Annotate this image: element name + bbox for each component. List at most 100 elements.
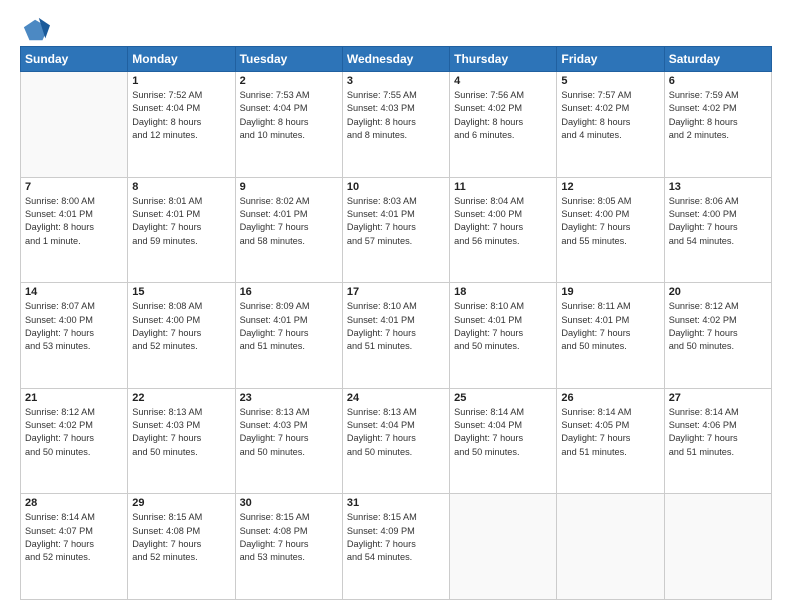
- calendar-cell: 1 Sunrise: 7:52 AMSunset: 4:04 PMDaylight…: [128, 72, 235, 178]
- day-info: Sunrise: 8:13 AMSunset: 4:03 PMDaylight:…: [240, 406, 338, 459]
- calendar-cell: 25 Sunrise: 8:14 AMSunset: 4:04 PMDayligh…: [450, 388, 557, 494]
- day-number: 16: [240, 286, 338, 298]
- day-number: 22: [132, 392, 230, 404]
- calendar-cell: [557, 494, 664, 600]
- calendar-cell: 11 Sunrise: 8:04 AMSunset: 4:00 PMDayligh…: [450, 177, 557, 283]
- calendar-cell: 23 Sunrise: 8:13 AMSunset: 4:03 PMDayligh…: [235, 388, 342, 494]
- day-info: Sunrise: 8:14 AMSunset: 4:06 PMDaylight:…: [669, 406, 767, 459]
- day-number: 24: [347, 392, 445, 404]
- day-info: Sunrise: 8:13 AMSunset: 4:04 PMDaylight:…: [347, 406, 445, 459]
- calendar-cell: 31 Sunrise: 8:15 AMSunset: 4:09 PMDayligh…: [342, 494, 449, 600]
- calendar-cell: 15 Sunrise: 8:08 AMSunset: 4:00 PMDayligh…: [128, 283, 235, 389]
- day-header-sunday: Sunday: [21, 47, 128, 72]
- calendar-cell: 6 Sunrise: 7:59 AMSunset: 4:02 PMDaylight…: [664, 72, 771, 178]
- calendar-cell: 13Sunrise: 8:06 AMSunset: 4:00 PMDayligh…: [664, 177, 771, 283]
- day-number: 14: [25, 286, 123, 298]
- calendar-cell: 20Sunrise: 8:12 AMSunset: 4:02 PMDayligh…: [664, 283, 771, 389]
- day-info: Sunrise: 8:10 AMSunset: 4:01 PMDaylight:…: [347, 300, 445, 353]
- day-header-friday: Friday: [557, 47, 664, 72]
- day-number: 1: [132, 75, 230, 87]
- page: SundayMondayTuesdayWednesdayThursdayFrid…: [0, 0, 792, 612]
- calendar-cell: 28Sunrise: 8:14 AMSunset: 4:07 PMDayligh…: [21, 494, 128, 600]
- day-info: Sunrise: 8:14 AMSunset: 4:04 PMDaylight:…: [454, 406, 552, 459]
- day-info: Sunrise: 8:12 AMSunset: 4:02 PMDaylight:…: [25, 406, 123, 459]
- calendar-cell: 19Sunrise: 8:11 AMSunset: 4:01 PMDayligh…: [557, 283, 664, 389]
- day-number: 5: [561, 75, 659, 87]
- day-info: Sunrise: 8:08 AMSunset: 4:00 PMDaylight:…: [132, 300, 230, 353]
- day-number: 31: [347, 497, 445, 509]
- day-number: 28: [25, 497, 123, 509]
- day-info: Sunrise: 8:07 AMSunset: 4:00 PMDaylight:…: [25, 300, 123, 353]
- header: [20, 16, 772, 40]
- day-info: Sunrise: 8:15 AMSunset: 4:08 PMDaylight:…: [240, 511, 338, 564]
- week-row-1: 7Sunrise: 8:00 AMSunset: 4:01 PMDaylight…: [21, 177, 772, 283]
- day-info: Sunrise: 7:55 AMSunset: 4:03 PMDaylight:…: [347, 89, 445, 142]
- week-row-4: 28Sunrise: 8:14 AMSunset: 4:07 PMDayligh…: [21, 494, 772, 600]
- day-info: Sunrise: 7:59 AMSunset: 4:02 PMDaylight:…: [669, 89, 767, 142]
- day-number: 2: [240, 75, 338, 87]
- day-header-wednesday: Wednesday: [342, 47, 449, 72]
- day-number: 11: [454, 181, 552, 193]
- calendar-cell: 2 Sunrise: 7:53 AMSunset: 4:04 PMDaylight…: [235, 72, 342, 178]
- calendar-cell: [21, 72, 128, 178]
- day-number: 21: [25, 392, 123, 404]
- day-number: 30: [240, 497, 338, 509]
- calendar-cell: 4 Sunrise: 7:56 AMSunset: 4:02 PMDaylight…: [450, 72, 557, 178]
- calendar-cell: 22 Sunrise: 8:13 AMSunset: 4:03 PMDayligh…: [128, 388, 235, 494]
- calendar-cell: 27Sunrise: 8:14 AMSunset: 4:06 PMDayligh…: [664, 388, 771, 494]
- calendar-cell: 29 Sunrise: 8:15 AMSunset: 4:08 PMDayligh…: [128, 494, 235, 600]
- day-info: Sunrise: 8:02 AMSunset: 4:01 PMDaylight:…: [240, 195, 338, 248]
- day-number: 25: [454, 392, 552, 404]
- calendar-cell: [450, 494, 557, 600]
- day-number: 3: [347, 75, 445, 87]
- calendar-header-row: SundayMondayTuesdayWednesdayThursdayFrid…: [21, 47, 772, 72]
- day-info: Sunrise: 8:11 AMSunset: 4:01 PMDaylight:…: [561, 300, 659, 353]
- week-row-0: 1 Sunrise: 7:52 AMSunset: 4:04 PMDaylight…: [21, 72, 772, 178]
- calendar-cell: 9 Sunrise: 8:02 AMSunset: 4:01 PMDaylight…: [235, 177, 342, 283]
- week-row-3: 21 Sunrise: 8:12 AMSunset: 4:02 PMDayligh…: [21, 388, 772, 494]
- day-number: 29: [132, 497, 230, 509]
- day-info: Sunrise: 8:06 AMSunset: 4:00 PMDaylight:…: [669, 195, 767, 248]
- day-info: Sunrise: 8:13 AMSunset: 4:03 PMDaylight:…: [132, 406, 230, 459]
- day-info: Sunrise: 7:52 AMSunset: 4:04 PMDaylight:…: [132, 89, 230, 142]
- day-info: Sunrise: 8:01 AMSunset: 4:01 PMDaylight:…: [132, 195, 230, 248]
- day-info: Sunrise: 7:57 AMSunset: 4:02 PMDaylight:…: [561, 89, 659, 142]
- logo: [20, 16, 50, 40]
- day-info: Sunrise: 8:15 AMSunset: 4:08 PMDaylight:…: [132, 511, 230, 564]
- day-number: 15: [132, 286, 230, 298]
- day-info: Sunrise: 8:12 AMSunset: 4:02 PMDaylight:…: [669, 300, 767, 353]
- day-number: 18: [454, 286, 552, 298]
- day-header-monday: Monday: [128, 47, 235, 72]
- calendar-cell: 12Sunrise: 8:05 AMSunset: 4:00 PMDayligh…: [557, 177, 664, 283]
- day-info: Sunrise: 7:56 AMSunset: 4:02 PMDaylight:…: [454, 89, 552, 142]
- calendar-cell: 18 Sunrise: 8:10 AMSunset: 4:01 PMDayligh…: [450, 283, 557, 389]
- calendar-cell: 16 Sunrise: 8:09 AMSunset: 4:01 PMDayligh…: [235, 283, 342, 389]
- day-number: 9: [240, 181, 338, 193]
- calendar-cell: 3 Sunrise: 7:55 AMSunset: 4:03 PMDaylight…: [342, 72, 449, 178]
- day-number: 4: [454, 75, 552, 87]
- calendar-cell: 21 Sunrise: 8:12 AMSunset: 4:02 PMDayligh…: [21, 388, 128, 494]
- day-info: Sunrise: 8:09 AMSunset: 4:01 PMDaylight:…: [240, 300, 338, 353]
- day-info: Sunrise: 8:03 AMSunset: 4:01 PMDaylight:…: [347, 195, 445, 248]
- day-number: 7: [25, 181, 123, 193]
- day-info: Sunrise: 8:04 AMSunset: 4:00 PMDaylight:…: [454, 195, 552, 248]
- calendar: SundayMondayTuesdayWednesdayThursdayFrid…: [20, 46, 772, 600]
- calendar-cell: 8Sunrise: 8:01 AMSunset: 4:01 PMDaylight…: [128, 177, 235, 283]
- calendar-cell: 5 Sunrise: 7:57 AMSunset: 4:02 PMDaylight…: [557, 72, 664, 178]
- calendar-cell: 14 Sunrise: 8:07 AMSunset: 4:00 PMDayligh…: [21, 283, 128, 389]
- calendar-cell: 17 Sunrise: 8:10 AMSunset: 4:01 PMDayligh…: [342, 283, 449, 389]
- calendar-cell: 26Sunrise: 8:14 AMSunset: 4:05 PMDayligh…: [557, 388, 664, 494]
- day-info: Sunrise: 8:05 AMSunset: 4:00 PMDaylight:…: [561, 195, 659, 248]
- day-info: Sunrise: 8:10 AMSunset: 4:01 PMDaylight:…: [454, 300, 552, 353]
- day-info: Sunrise: 8:15 AMSunset: 4:09 PMDaylight:…: [347, 511, 445, 564]
- day-header-saturday: Saturday: [664, 47, 771, 72]
- day-number: 6: [669, 75, 767, 87]
- calendar-cell: 30 Sunrise: 8:15 AMSunset: 4:08 PMDayligh…: [235, 494, 342, 600]
- calendar-cell: [664, 494, 771, 600]
- week-row-2: 14 Sunrise: 8:07 AMSunset: 4:00 PMDayligh…: [21, 283, 772, 389]
- day-header-tuesday: Tuesday: [235, 47, 342, 72]
- day-info: Sunrise: 7:53 AMSunset: 4:04 PMDaylight:…: [240, 89, 338, 142]
- day-number: 17: [347, 286, 445, 298]
- day-number: 23: [240, 392, 338, 404]
- day-header-thursday: Thursday: [450, 47, 557, 72]
